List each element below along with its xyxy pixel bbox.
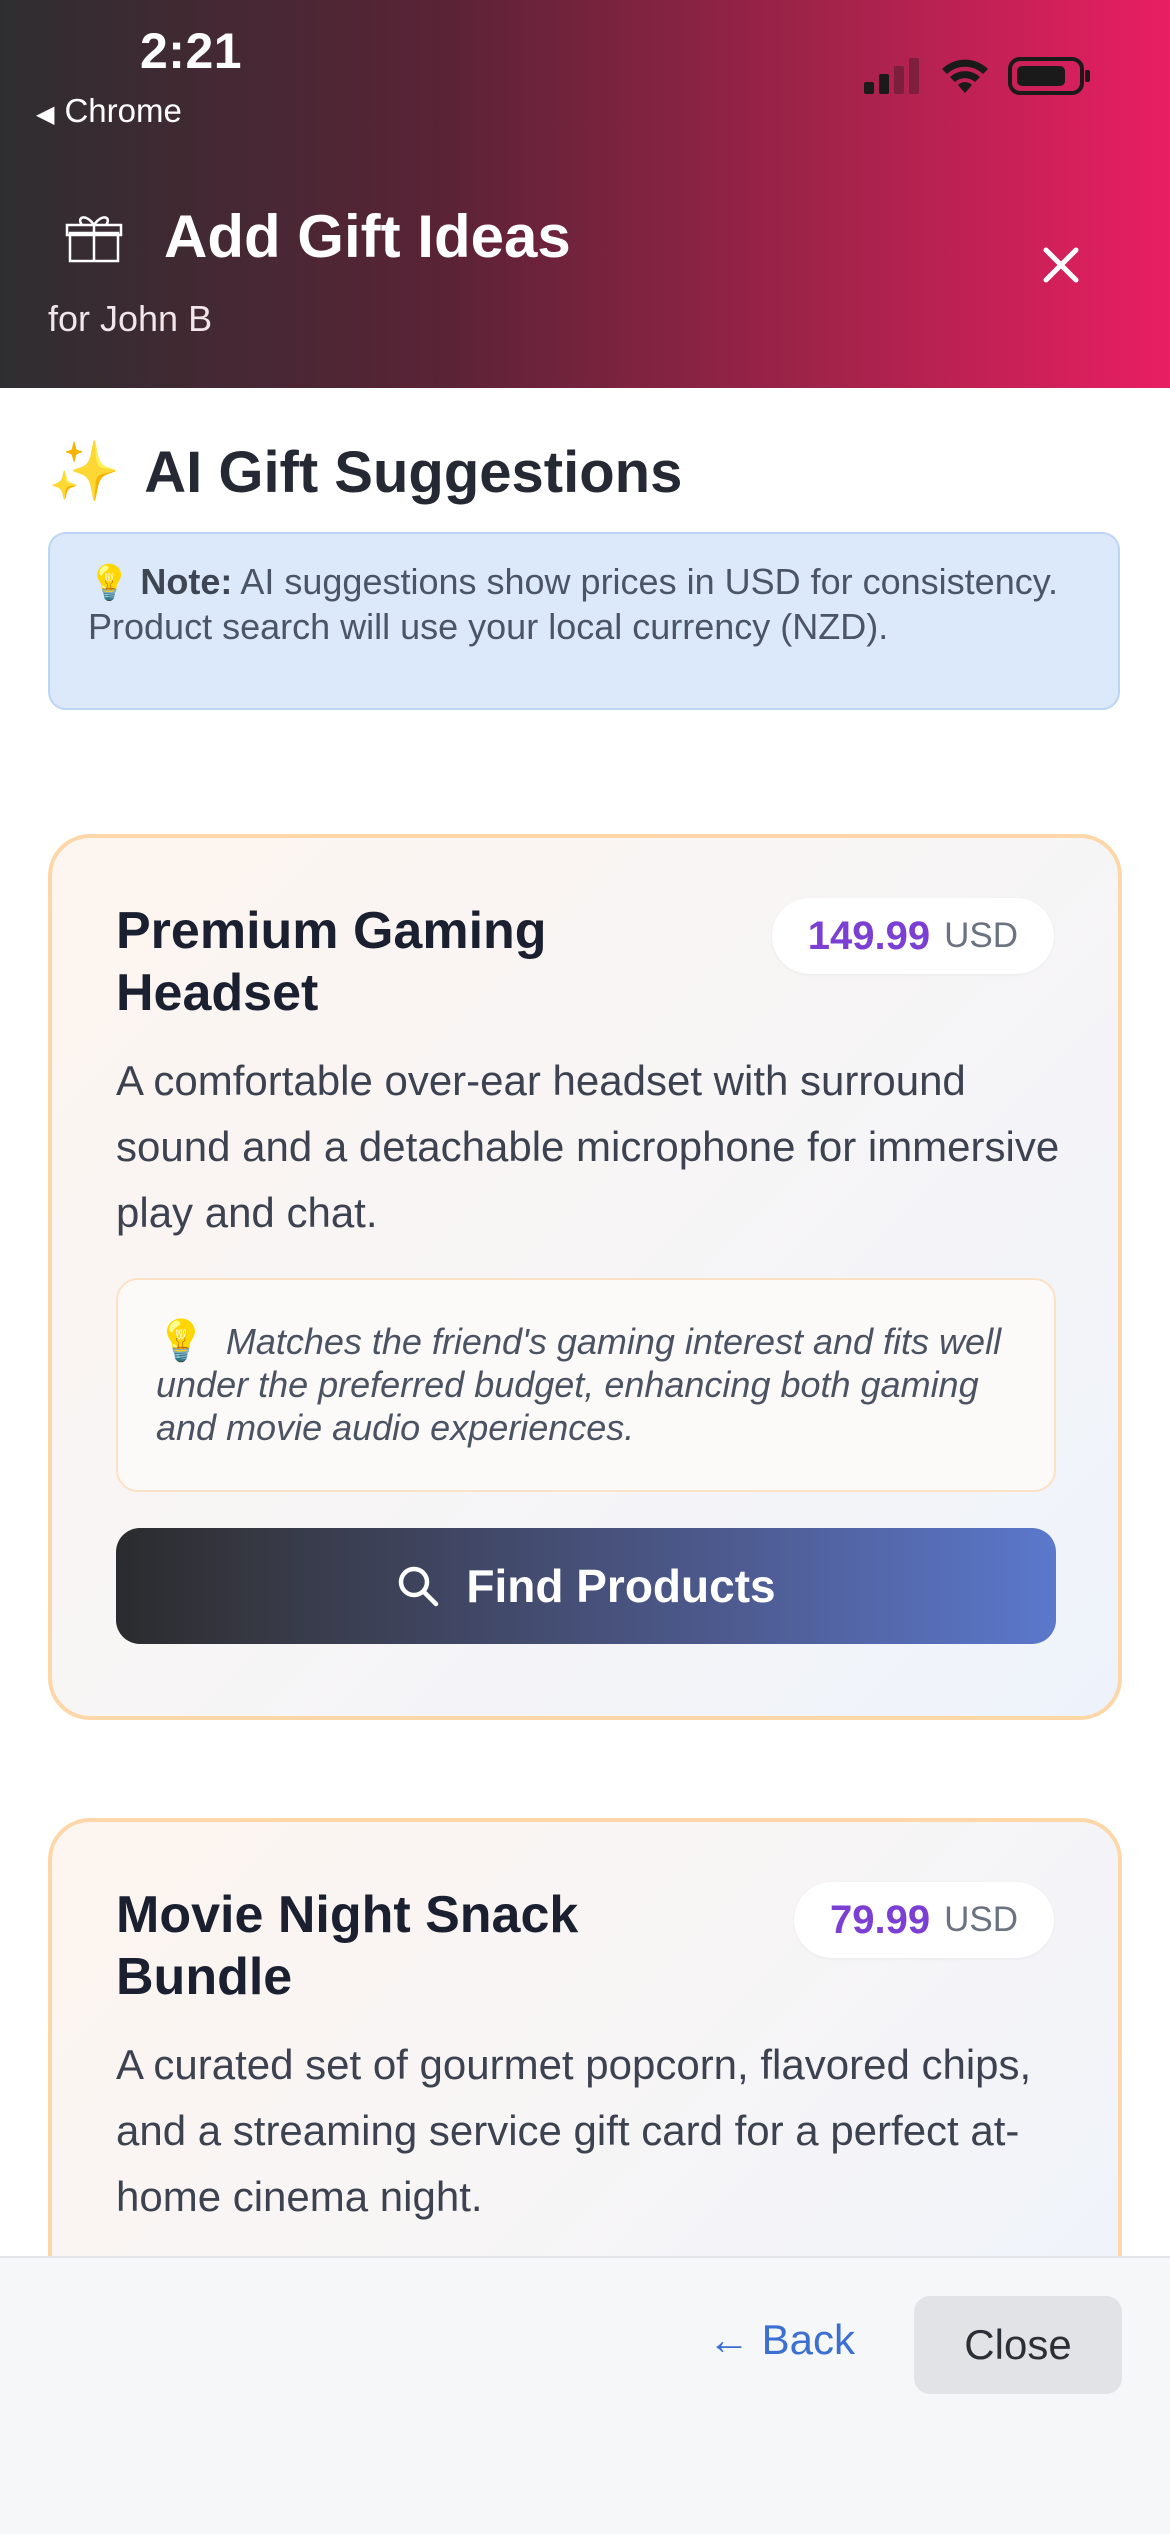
note-label: Note: bbox=[140, 561, 233, 602]
lightbulb-icon: 💡 bbox=[156, 1319, 206, 1363]
find-products-label: Find Products bbox=[466, 1560, 776, 1612]
suggestion-title: Premium Gaming Headset bbox=[116, 902, 547, 1022]
back-to-app-link[interactable]: ◀ Chrome bbox=[36, 92, 182, 130]
section-title-text: AI Gift Suggestions bbox=[144, 439, 683, 505]
search-icon bbox=[399, 1566, 439, 1607]
currency-note: 💡 Note: AI suggestions show prices in USD… bbox=[48, 532, 1120, 710]
wifi-icon bbox=[942, 59, 988, 93]
price-value: 79.99 bbox=[829, 1897, 931, 1942]
price-currency: USD bbox=[944, 1900, 1018, 1939]
suggestion-reason: 💡 Matches the friend's gaming interest a… bbox=[116, 1278, 1056, 1492]
suggestion-description: A comfortable over-ear headset with surr… bbox=[116, 1057, 1060, 1236]
gift-icon bbox=[65, 215, 123, 262]
close-button[interactable]: Close bbox=[914, 2296, 1122, 2394]
header-title-row: Add Gift Ideas bbox=[64, 202, 571, 271]
back-button[interactable]: ← Back bbox=[708, 2316, 855, 2364]
lightbulb-icon: 💡 bbox=[88, 564, 131, 602]
price-currency: USD bbox=[944, 916, 1018, 955]
suggestion-description: A curated set of gourmet popcorn, flavor… bbox=[116, 2041, 1032, 2220]
price-badge: 149.99 USD bbox=[771, 898, 1054, 974]
find-products-button[interactable]: Find Products bbox=[116, 1528, 1056, 1644]
status-icons bbox=[864, 56, 1092, 96]
price-value: 149.99 bbox=[807, 913, 931, 958]
price-badge: 79.99 USD bbox=[793, 1882, 1054, 1958]
sparkle-icon: ✨ bbox=[48, 439, 121, 504]
cellular-signal-icon bbox=[864, 58, 919, 94]
section-title: ✨ AI Gift Suggestions bbox=[48, 438, 682, 506]
reason-text: Matches the friend's gaming interest and… bbox=[156, 1321, 1002, 1448]
modal-header: 2:21 ◀ Chrome Add Gift Ideas for John B bbox=[0, 0, 1170, 388]
suggestion-card: Premium Gaming Headset 149.99 USD A comf… bbox=[48, 834, 1122, 1720]
battery-icon bbox=[1008, 57, 1090, 95]
back-app-label: Chrome bbox=[64, 92, 182, 129]
modal-subtitle: for John B bbox=[48, 298, 213, 339]
close-icon[interactable] bbox=[1036, 240, 1086, 290]
note-text: AI suggestions show prices in USD for co… bbox=[88, 561, 1059, 647]
status-time: 2:21 bbox=[140, 23, 243, 79]
modal-title: Add Gift Ideas bbox=[164, 203, 571, 270]
back-triangle-icon: ◀ bbox=[36, 101, 55, 128]
modal-footer: ← Back Close bbox=[0, 2256, 1170, 2534]
suggestion-title: Movie Night Snack Bundle bbox=[116, 1886, 579, 2006]
